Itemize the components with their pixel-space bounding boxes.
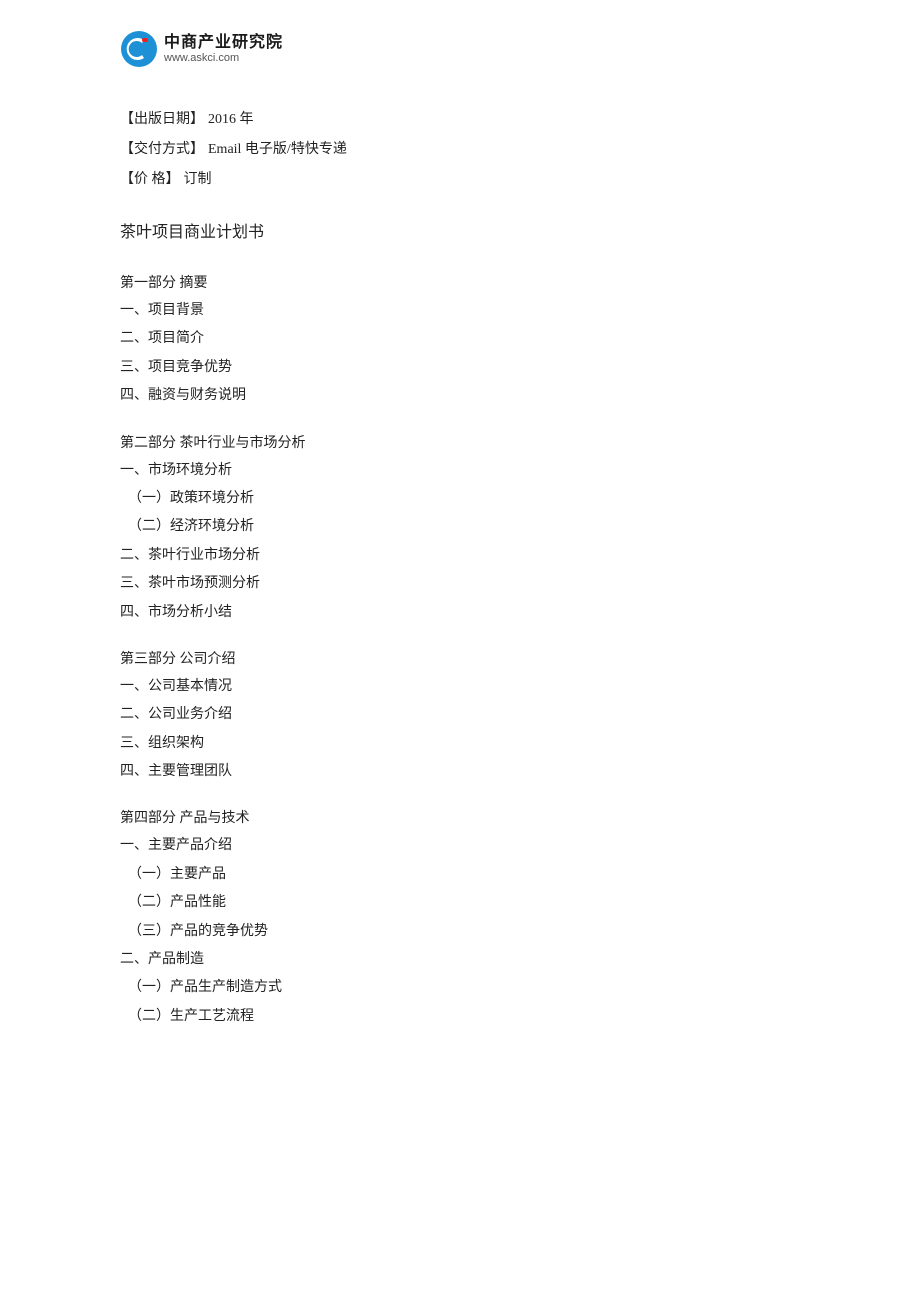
toc-part-title-3: 第四部分 产品与技术	[120, 807, 800, 827]
toc-item: 一、公司基本情况	[120, 676, 800, 698]
toc-item: （一）产品生产制造方式	[120, 977, 800, 999]
toc-item: 一、主要产品介绍	[120, 835, 800, 857]
toc-item: 二、茶叶行业市场分析	[120, 545, 800, 567]
toc-item: （二）产品性能	[120, 892, 800, 914]
page-container: 中商产业研究院 www.askci.com 【出版日期】 2016 年 【交付方…	[0, 0, 920, 1302]
toc-item: （二）经济环境分析	[120, 516, 800, 538]
toc-item: 三、组织架构	[120, 733, 800, 755]
price-value: 订制	[184, 168, 212, 188]
toc-item: 二、产品制造	[120, 949, 800, 971]
publish-date-value: 2016 年	[208, 108, 254, 128]
delivery-value: Email 电子版/特快专递	[208, 138, 347, 158]
meta-section: 【出版日期】 2016 年 【交付方式】 Email 电子版/特快专递 【价 格…	[120, 108, 800, 188]
price-label: 【价 格】	[120, 168, 180, 188]
toc-item: 四、市场分析小结	[120, 602, 800, 624]
doc-title: 茶叶项目商业计划书	[120, 218, 800, 242]
toc-part-title-0: 第一部分 摘要	[120, 272, 800, 292]
toc-item: （三）产品的竞争优势	[120, 921, 800, 943]
toc-item: （二）生产工艺流程	[120, 1006, 800, 1028]
toc-item: 二、项目简介	[120, 328, 800, 350]
toc-section: 第一部分 摘要一、项目背景二、项目简介三、项目竞争优势四、融资与财务说明第二部分…	[120, 272, 800, 1028]
toc-part-title-2: 第三部分 公司介绍	[120, 648, 800, 668]
logo-text-area: 中商产业研究院 www.askci.com	[164, 33, 283, 65]
logo-icon	[120, 30, 158, 68]
publish-date-label: 【出版日期】	[120, 108, 204, 128]
toc-item: （一）政策环境分析	[120, 488, 800, 510]
meta-row-delivery: 【交付方式】 Email 电子版/特快专递	[120, 138, 800, 158]
toc-part-title-1: 第二部分 茶叶行业与市场分析	[120, 432, 800, 452]
toc-item: 三、茶叶市场预测分析	[120, 573, 800, 595]
toc-item: 二、公司业务介绍	[120, 704, 800, 726]
meta-row-date: 【出版日期】 2016 年	[120, 108, 800, 128]
toc-item: 三、项目竞争优势	[120, 357, 800, 379]
logo-sub-text: www.askci.com	[164, 52, 283, 65]
toc-item: 一、市场环境分析	[120, 460, 800, 482]
meta-row-price: 【价 格】 订制	[120, 168, 800, 188]
toc-item: 一、项目背景	[120, 300, 800, 322]
delivery-label: 【交付方式】	[120, 138, 204, 158]
logo-area: 中商产业研究院 www.askci.com	[120, 30, 800, 68]
logo-main-text: 中商产业研究院	[164, 33, 283, 52]
toc-item: 四、融资与财务说明	[120, 385, 800, 407]
toc-item: （一）主要产品	[120, 864, 800, 886]
toc-item: 四、主要管理团队	[120, 761, 800, 783]
